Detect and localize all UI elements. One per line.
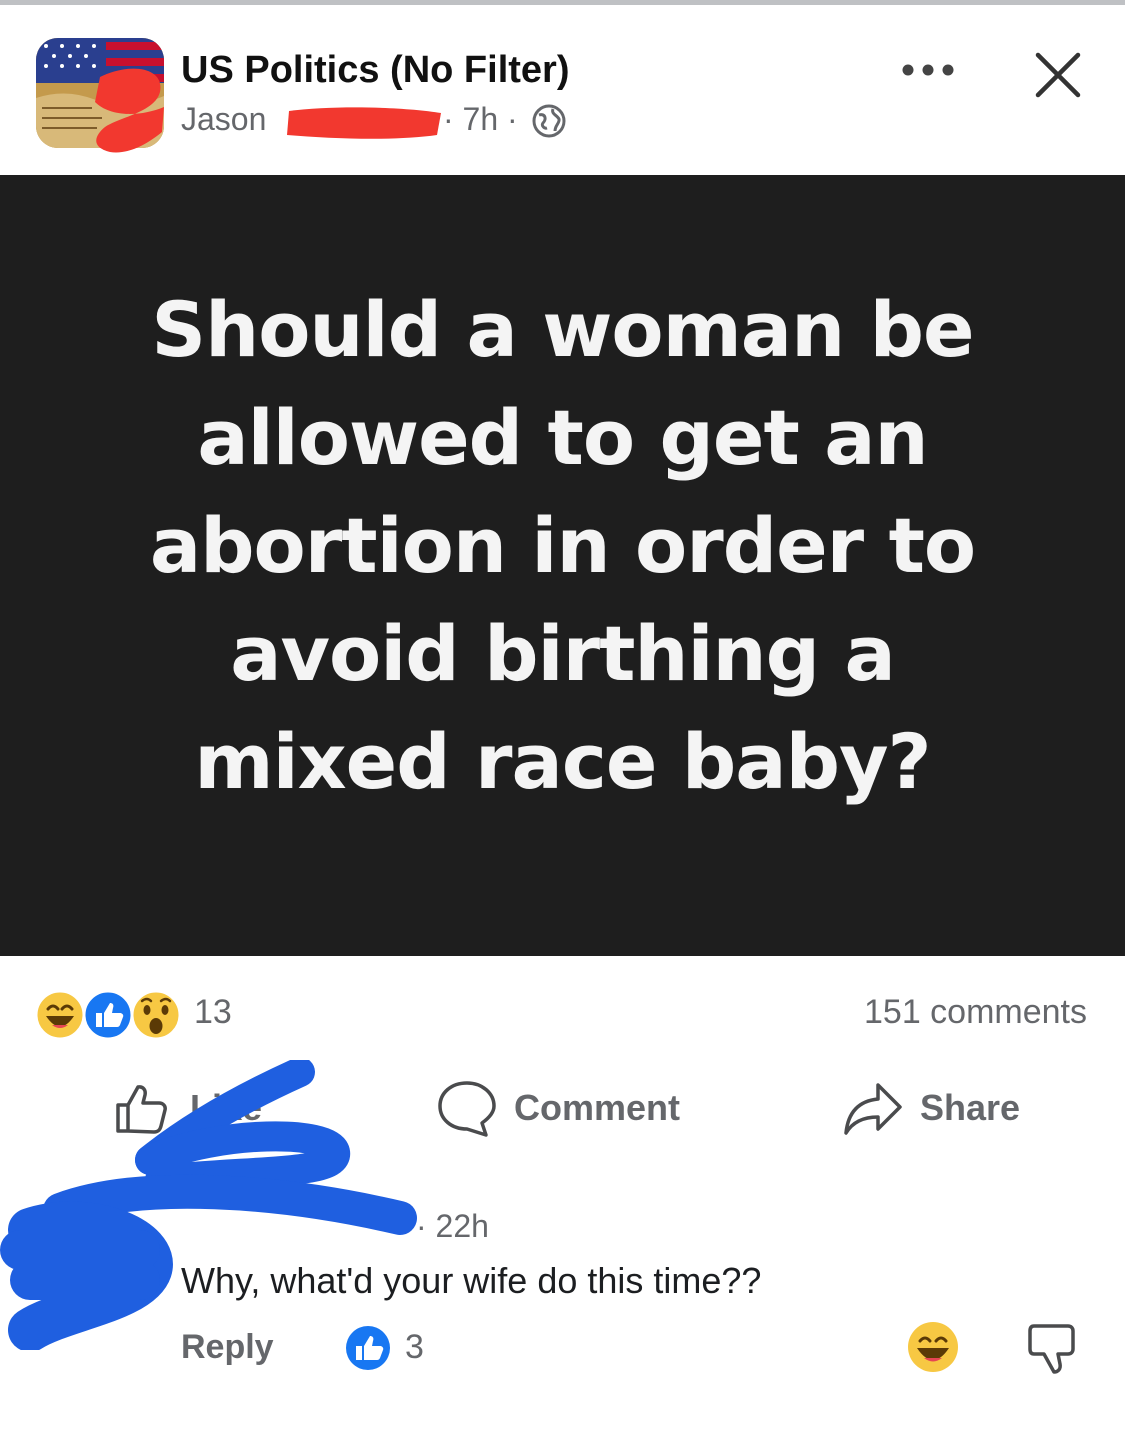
share-label: Share: [920, 1087, 1021, 1128]
like-button[interactable]: Like: [112, 1068, 262, 1148]
haha-icon: [34, 989, 86, 1041]
group-name[interactable]: US Politics (No Filter): [181, 49, 569, 92]
comment-time: · 22h: [416, 1208, 489, 1244]
like-icon[interactable]: [344, 1324, 392, 1372]
post-image-text: Should a woman be allowed to get an abor…: [149, 284, 976, 806]
comment-like-count: 3: [405, 1328, 424, 1366]
more-horizontal-icon[interactable]: [900, 59, 956, 81]
comment-bubble-icon: [438, 1081, 496, 1137]
comment-count[interactable]: 151 comments: [864, 993, 1087, 1032]
wow-icon: [130, 989, 182, 1041]
globe-icon: [532, 104, 566, 138]
post-actions: Like Comment Share: [0, 1068, 1125, 1148]
like-label: Like: [190, 1087, 263, 1128]
comment-button[interactable]: Comment: [436, 1068, 680, 1148]
comment-item: · 22h Why, what'd your wife do this time…: [0, 1160, 1125, 1436]
comment-label: Comment: [514, 1087, 681, 1128]
thumbs-down-icon[interactable]: [1026, 1320, 1076, 1376]
reactions-summary: 13 151 comments: [0, 985, 1125, 1045]
post-time: · 7h ·: [443, 101, 518, 137]
haha-icon[interactable]: [906, 1320, 960, 1374]
reaction-icons[interactable]: [34, 989, 184, 1041]
thumbs-up-icon: [116, 1085, 167, 1134]
close-icon[interactable]: [1030, 47, 1086, 103]
share-arrow-icon: [844, 1083, 902, 1135]
share-button[interactable]: Share: [842, 1068, 1020, 1148]
post-image[interactable]: Should a woman be allowed to get an abor…: [0, 175, 1125, 956]
reply-button[interactable]: Reply: [181, 1328, 274, 1367]
comment-text[interactable]: Why, what'd your wife do this time??: [181, 1260, 761, 1302]
author-name[interactable]: Jason: [181, 101, 266, 138]
post-header: US Politics (No Filter) Jason · 7h ·: [0, 5, 1125, 175]
like-icon: [82, 989, 134, 1041]
reaction-count[interactable]: 13: [194, 993, 232, 1032]
redaction-mark: [287, 107, 441, 139]
redaction-mark: [95, 68, 164, 153]
